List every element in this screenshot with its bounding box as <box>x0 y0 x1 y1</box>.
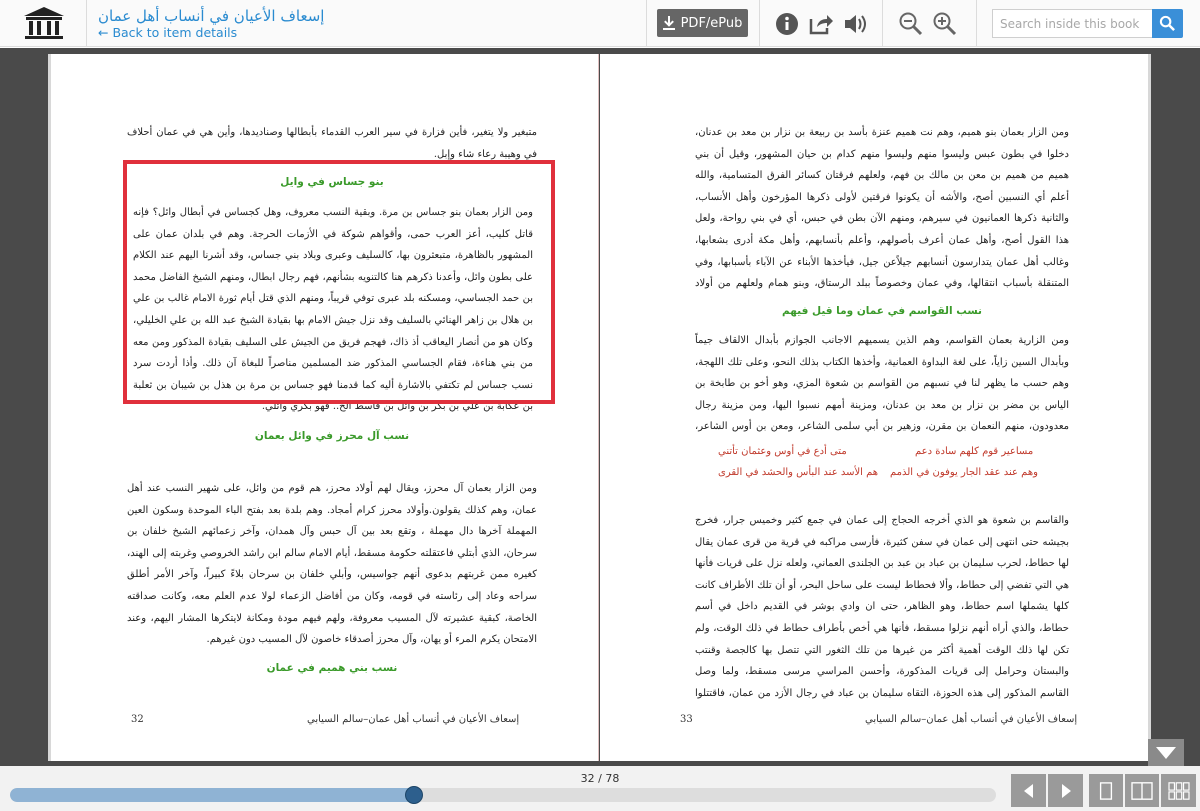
search-icon <box>1159 15 1175 31</box>
download-icon <box>662 16 675 30</box>
section-heading: نسب بني هميم في عمان <box>266 662 398 674</box>
header-divider <box>759 0 760 47</box>
audio-icon[interactable] <box>843 11 869 37</box>
section-heading: نسب آل محرز في وائل بعمان <box>254 430 410 442</box>
page-number: 33 <box>680 714 693 725</box>
header-divider <box>882 0 883 47</box>
header-divider <box>646 0 647 47</box>
page-number: 32 <box>131 714 144 725</box>
thumbnail-view-icon <box>1167 781 1190 800</box>
page-text: والقاسم بن شعوة هو الذي أخرجه الحجاج إلى… <box>695 515 1069 699</box>
zoom-in-icon[interactable] <box>932 11 958 37</box>
slider-fill <box>10 788 415 802</box>
page-text: ومن الزارية بعمان القواسم، وهم الذين يسم… <box>695 335 1069 433</box>
page-indicator: 32 / 78 <box>580 772 620 785</box>
two-page-view-button[interactable] <box>1125 774 1159 807</box>
page-slider[interactable] <box>10 788 996 802</box>
top-toolbar: إسعاف الأعيان في أنساب أهل عمان ← Back t… <box>0 0 1200 47</box>
single-page-view-button[interactable] <box>1089 774 1123 807</box>
thumbnail-view-button[interactable] <box>1161 774 1196 807</box>
verse-line: وهم عند عقد الجار يوفون في الذمم <box>890 467 1038 478</box>
prev-page-button[interactable] <box>1011 774 1046 807</box>
page-edge <box>1148 54 1151 761</box>
verse-line: هم الأسد عند البأس والحشد في القرى <box>718 467 879 478</box>
right-page[interactable]: ومن الزار بعمان بنو هميم، وهم نت هميم عن… <box>600 54 1148 761</box>
back-to-item-link[interactable]: ← Back to item details <box>98 25 237 40</box>
book-title[interactable]: إسعاف الأعيان في أنساب أهل عمان <box>98 7 324 25</box>
header-divider <box>86 0 87 47</box>
page-text: ومن الزار بعمان آل محرز، ويقال لهم أولاد… <box>127 483 537 646</box>
running-footer: إسعاف الأعيان في أنساب أهل عمان–سالم الس… <box>865 714 1078 725</box>
next-page-icon <box>1061 783 1071 798</box>
share-icon[interactable] <box>807 11 833 37</box>
section-heading: نسب القواسم في عمان وما قيل فيهم <box>782 305 982 317</box>
running-footer: إسعاف الأعيان في أنساب أهل عمان–سالم الس… <box>307 714 520 725</box>
page-text: ومن الزار بعمان بنو هميم، وهم نت هميم عن… <box>695 127 1069 290</box>
single-page-view-icon <box>1099 781 1113 800</box>
book-reader: متبغير ولا يتغير، فأين فزارة في سير العر… <box>0 48 1200 766</box>
header-divider <box>976 0 977 47</box>
page-text: متبغير ولا يتغير، فأين فزارة في سير العر… <box>127 127 537 160</box>
pdf-epub-button[interactable]: PDF/ePub <box>657 9 748 37</box>
verse-line: متى أدع في أوس وعثمان تأتني <box>718 446 847 457</box>
bottom-navbar: 32 / 78 <box>0 766 1200 811</box>
two-page-view-icon <box>1131 781 1153 800</box>
search-input[interactable] <box>992 9 1152 38</box>
pdf-epub-label: PDF/ePub <box>680 15 743 31</box>
collapse-toolbar-button[interactable] <box>1148 739 1184 766</box>
chevron-down-icon <box>1148 739 1184 766</box>
verse-line: مساعير قوم كلهم سادة دعم <box>915 446 1034 457</box>
highlight-box <box>123 160 555 404</box>
library-building-icon[interactable] <box>22 5 66 43</box>
next-page-button[interactable] <box>1048 774 1083 807</box>
search-button[interactable] <box>1152 9 1183 38</box>
prev-page-icon <box>1023 783 1033 798</box>
zoom-out-icon[interactable] <box>898 11 924 37</box>
info-icon[interactable] <box>774 11 800 37</box>
left-page[interactable]: متبغير ولا يتغير، فأين فزارة في سير العر… <box>51 54 599 761</box>
